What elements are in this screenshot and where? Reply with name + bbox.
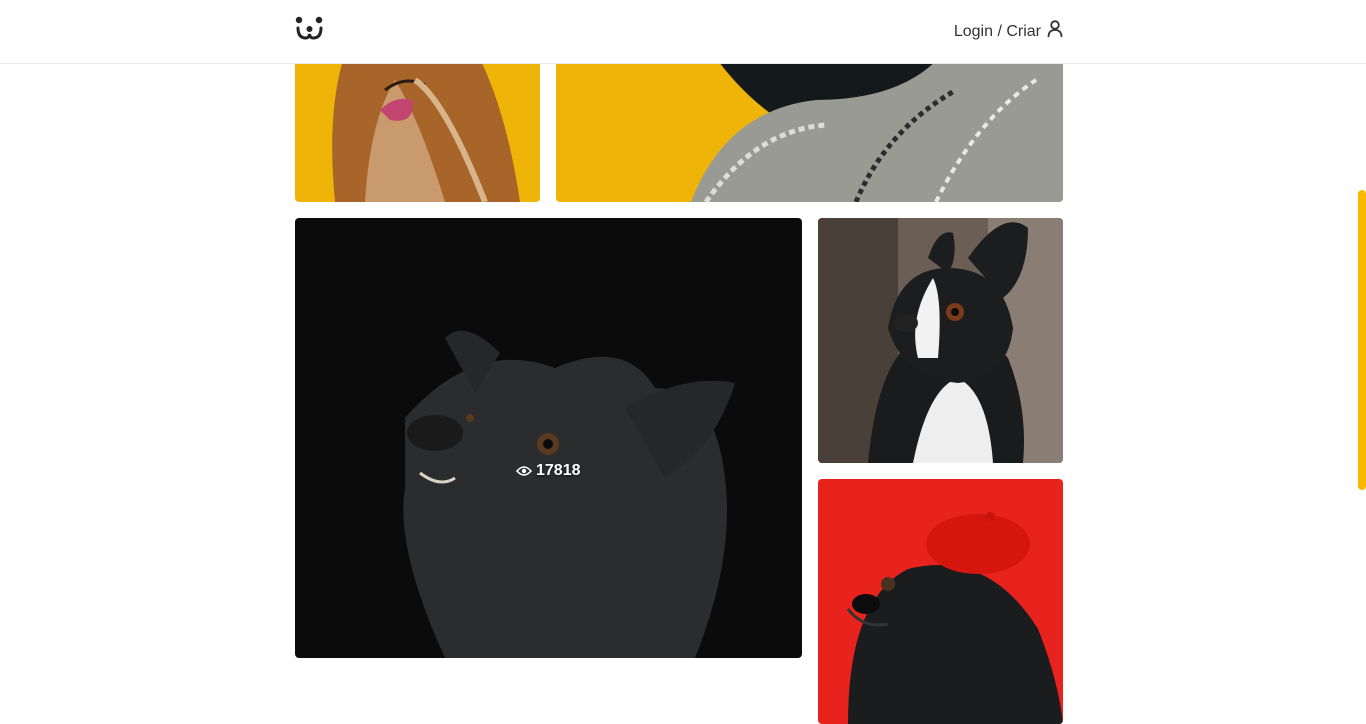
photo-feed: 17818 bbox=[295, 0, 1063, 724]
dog-face-icon[interactable] bbox=[295, 16, 325, 42]
view-count-value: 17818 bbox=[536, 462, 581, 479]
scrollbar-thumb[interactable] bbox=[1358, 190, 1366, 490]
login-link[interactable]: Login / Criar bbox=[954, 20, 1063, 43]
photo-card[interactable] bbox=[818, 479, 1063, 724]
eye-icon bbox=[516, 466, 532, 476]
header-inner: Login / Criar bbox=[295, 0, 1063, 63]
site-header: Login / Criar bbox=[0, 0, 1366, 64]
user-icon bbox=[1047, 20, 1063, 43]
photo-card-featured[interactable]: 17818 bbox=[295, 218, 802, 658]
login-label: Login / Criar bbox=[953, 22, 1041, 40]
view-count: 17818 bbox=[516, 462, 581, 480]
photo-card[interactable] bbox=[818, 218, 1063, 463]
